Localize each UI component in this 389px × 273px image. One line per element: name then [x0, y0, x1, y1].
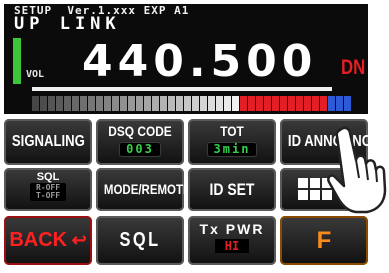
meter-cell — [232, 96, 239, 111]
tx-power-value: HI — [214, 239, 250, 253]
meter-cell — [344, 96, 351, 111]
meter-cell — [336, 96, 343, 111]
signaling-button[interactable]: SIGNALING — [4, 119, 92, 165]
return-arrow-icon: ↩ — [71, 230, 87, 250]
meter-cell — [104, 96, 111, 111]
meter-cell — [304, 96, 311, 111]
meter-cell — [56, 96, 63, 111]
meter-cell — [88, 96, 95, 111]
mode-remote-button[interactable]: MODE/REMOTE — [96, 168, 184, 211]
radio-setup-screen: SETUP Ver.1.xxx EXP A1 UP LINK VOL 440.5… — [0, 0, 389, 273]
meter-cell — [200, 96, 207, 111]
meter-cell — [216, 96, 223, 111]
dsq-code-value: 003 — [119, 142, 161, 157]
tot-button[interactable]: TOT 3min — [188, 119, 276, 165]
volume-label: VOL — [26, 69, 45, 80]
meter-cell — [136, 96, 143, 111]
shift-indicator: DN — [341, 56, 366, 79]
meter-cell — [288, 96, 295, 111]
sql-tx-status: T-OFF — [35, 191, 61, 200]
meter-cell — [312, 96, 319, 111]
frequency-readout: 440.500 — [82, 36, 318, 87]
meter-cell — [64, 96, 71, 111]
sql-setting-label: SQL — [36, 171, 60, 183]
meter-cell — [128, 96, 135, 111]
pointing-hand-icon — [327, 126, 387, 214]
meter-cell — [160, 96, 167, 111]
meter-cell — [32, 96, 39, 111]
dsq-code-label: DSQ CODE — [108, 123, 172, 139]
sql-setting-button[interactable]: SQL R-OFF T-OFF — [4, 168, 92, 211]
meter-cell — [192, 96, 199, 111]
meter-cell — [280, 96, 287, 111]
meter-cell — [112, 96, 119, 111]
meter-cell — [184, 96, 191, 111]
lcd-display: SETUP Ver.1.xxx EXP A1 UP LINK VOL 440.5… — [4, 4, 368, 114]
function-label: F — [316, 227, 332, 254]
function-button[interactable]: F — [280, 216, 368, 265]
sql-button[interactable]: SQL — [96, 216, 184, 265]
meter-cell — [256, 96, 263, 111]
meter-cell — [152, 96, 159, 111]
meter-cell — [48, 96, 55, 111]
meter-cell — [176, 96, 183, 111]
meter-cell — [320, 96, 327, 111]
mode-label: UP LINK — [14, 14, 121, 34]
mode-remote-label: MODE/REMOTE — [103, 181, 184, 197]
meter-cell — [168, 96, 175, 111]
meter-cell — [72, 96, 79, 111]
volume-bar — [13, 38, 21, 84]
back-button[interactable]: BACK ↩ — [4, 216, 92, 265]
meter-cell — [224, 96, 231, 111]
sql-label: SQL — [119, 229, 161, 251]
tx-power-button[interactable]: Tx PWR HI — [188, 216, 276, 265]
meter-cell — [264, 96, 271, 111]
dsq-code-button[interactable]: DSQ CODE 003 — [96, 119, 184, 165]
id-set-label: ID SET — [209, 180, 255, 199]
signaling-label: SIGNALING — [11, 133, 85, 150]
meter-cell — [272, 96, 279, 111]
meter-cell — [96, 96, 103, 111]
frequency-ruler — [32, 87, 332, 91]
meter-cell — [328, 96, 335, 111]
meter-cell — [248, 96, 255, 111]
tot-label: TOT — [220, 123, 244, 139]
back-label: BACK — [9, 229, 68, 251]
meter-cell — [120, 96, 127, 111]
meter-cell — [144, 96, 151, 111]
tot-value: 3min — [206, 142, 258, 157]
meter-cell — [240, 96, 247, 111]
meter-cell — [296, 96, 303, 111]
meter-cell — [40, 96, 47, 111]
tx-power-label: Tx PWR — [199, 221, 265, 237]
meter-cell — [208, 96, 215, 111]
signal-meter — [32, 96, 352, 111]
sql-status: R-OFF T-OFF — [29, 183, 67, 201]
id-set-button[interactable]: ID SET — [188, 168, 276, 211]
meter-cell — [80, 96, 87, 111]
